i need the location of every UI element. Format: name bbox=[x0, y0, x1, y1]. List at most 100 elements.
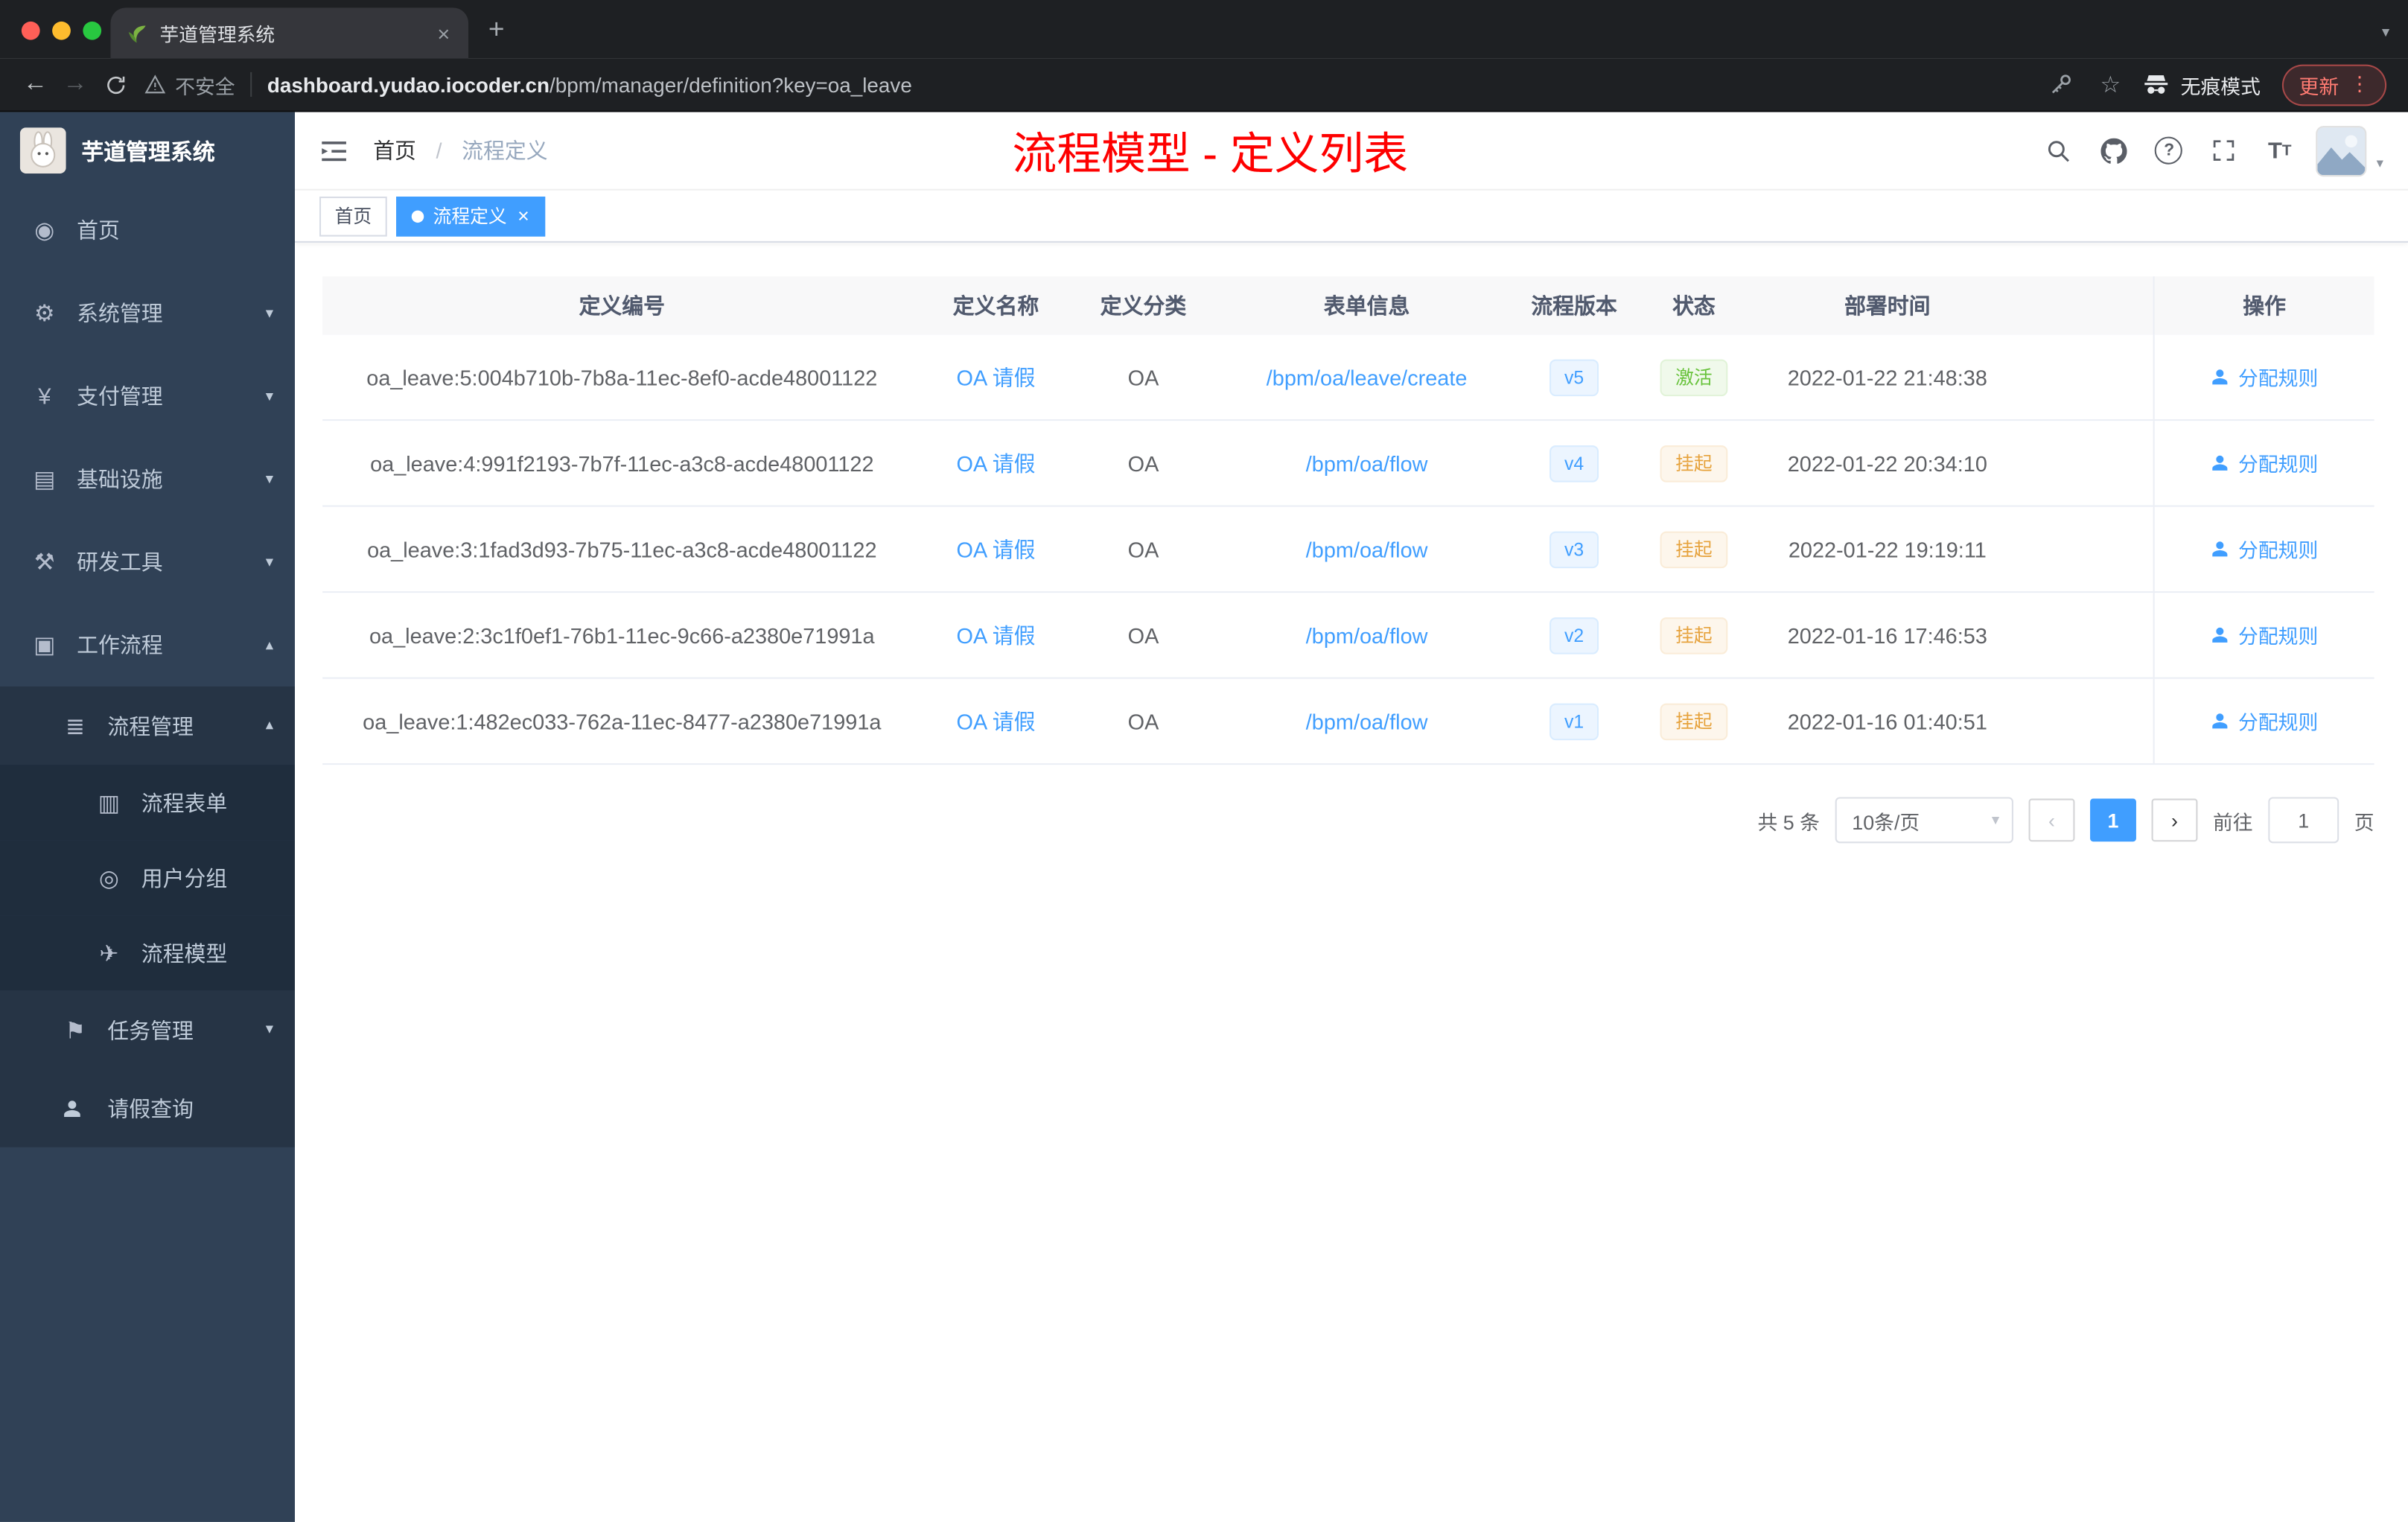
chevron-down-icon: ▾ bbox=[1991, 812, 2000, 829]
definition-name-link[interactable]: OA 请假 bbox=[957, 448, 1036, 478]
next-page-button[interactable]: › bbox=[2151, 798, 2198, 842]
sidebar-item-process-form[interactable]: ▥ 流程表单 bbox=[0, 765, 295, 841]
breadcrumb-home[interactable]: 首页 bbox=[373, 138, 416, 163]
deploy-time: 2022-01-22 19:19:11 bbox=[1788, 536, 1987, 561]
deploy-time: 2022-01-16 01:40:51 bbox=[1787, 708, 1987, 733]
gear-icon: ⚙ bbox=[34, 301, 55, 328]
page-content: 定义编号 定义名称 定义分类 表单信息 流程版本 状态 部署时间 操作 oa_l… bbox=[295, 243, 2408, 1522]
close-window-button[interactable] bbox=[21, 21, 40, 40]
sidebar-menu: ◉ 首页 ⚙ 系统管理 ▾ ¥ 支付管理 ▾ ▤ 基础设施 ▾ ⚒ 研发工具 ▾… bbox=[0, 189, 295, 1147]
fullscreen-icon[interactable] bbox=[2206, 132, 2243, 169]
process-management-icon: ≣ bbox=[66, 713, 86, 740]
status-tag: 激活 bbox=[1660, 358, 1728, 396]
column-header: 定义分类 bbox=[1100, 293, 1187, 318]
tab-close-icon[interactable]: × bbox=[434, 21, 453, 45]
deploy-time: 2022-01-22 20:34:10 bbox=[1787, 450, 1987, 476]
form-link[interactable]: /bpm/oa/flow bbox=[1306, 450, 1428, 475]
security-label: 不安全 bbox=[175, 74, 235, 98]
version-tag: v3 bbox=[1549, 530, 1599, 568]
back-button[interactable]: ← bbox=[16, 65, 56, 105]
tab-title: 芋道管理系统 bbox=[159, 25, 275, 46]
font-size-icon[interactable]: TT bbox=[2261, 132, 2299, 169]
definition-name-link[interactable]: OA 请假 bbox=[957, 362, 1036, 392]
forward-button[interactable]: → bbox=[55, 65, 95, 105]
assign-rule-link[interactable]: 分配规则 bbox=[2211, 620, 2318, 649]
definition-id: oa_leave:3:1fad3d93-7b75-11ec-a3c8-acde4… bbox=[367, 536, 877, 561]
definition-name-link[interactable]: OA 请假 bbox=[957, 534, 1036, 564]
column-spacer bbox=[2018, 679, 2153, 763]
sidebar: 芋道管理系统 ◉ 首页 ⚙ 系统管理 ▾ ¥ 支付管理 ▾ ▤ 基础设施 ▾ ⚒… bbox=[0, 112, 295, 1522]
assign-rule-link[interactable]: 分配规则 bbox=[2211, 363, 2318, 392]
infrastructure-icon: ▤ bbox=[34, 467, 56, 494]
url-path: /bpm/manager/definition?key=oa_leave bbox=[549, 72, 912, 96]
person-icon bbox=[2213, 713, 2229, 729]
column-spacer bbox=[2018, 421, 2153, 505]
assign-rule-link[interactable]: 分配规则 bbox=[2211, 448, 2318, 477]
goto-page-input[interactable] bbox=[2268, 797, 2339, 844]
page-size-value: 10条/页 bbox=[1852, 809, 1920, 833]
header-actions: ? TT ▾ bbox=[2040, 125, 2383, 176]
form-link[interactable]: /bpm/oa/flow bbox=[1306, 623, 1428, 647]
active-dot bbox=[411, 209, 424, 223]
version-tag: v1 bbox=[1549, 702, 1599, 740]
maximize-window-button[interactable] bbox=[83, 21, 102, 40]
search-icon[interactable] bbox=[2040, 132, 2077, 169]
sidebar-item-label: 首页 bbox=[77, 217, 120, 243]
sidebar-item-infrastructure[interactable]: ▤ 基础设施 ▾ bbox=[0, 438, 295, 520]
tag-label: 流程定义 bbox=[433, 206, 507, 228]
address-bar[interactable]: dashboard.yudao.iocoder.cn/bpm/manager/d… bbox=[267, 73, 912, 96]
update-menu-button[interactable]: 更新 ⋮ bbox=[2281, 63, 2387, 106]
column-header: 操作 bbox=[2153, 276, 2374, 335]
sidebar-item-workflow[interactable]: ▣ 工作流程 ▴ bbox=[0, 604, 295, 687]
sidebar-item-label: 任务管理 bbox=[107, 1017, 194, 1042]
definition-name-link[interactable]: OA 请假 bbox=[957, 620, 1036, 650]
definition-name-link[interactable]: OA 请假 bbox=[957, 706, 1036, 736]
new-tab-button[interactable]: + bbox=[488, 14, 505, 45]
sidebar-item-process-model[interactable]: ✈ 流程模型 bbox=[0, 915, 295, 991]
definition-category: OA bbox=[1127, 708, 1159, 733]
version-tag: v2 bbox=[1549, 617, 1599, 654]
app-header: 首页 / 流程定义 流程模型 - 定义列表 ? T T ▾ bbox=[295, 112, 2408, 191]
column-header: 部署时间 bbox=[1844, 293, 1931, 318]
page-number-button[interactable]: 1 bbox=[2089, 798, 2136, 842]
prev-page-button[interactable]: ‹ bbox=[2028, 798, 2075, 842]
github-icon[interactable] bbox=[2095, 132, 2133, 169]
pagination-total: 共 5 条 bbox=[1757, 809, 1820, 833]
form-link[interactable]: /bpm/oa/flow bbox=[1306, 709, 1428, 733]
sidebar-item-payment-management[interactable]: ¥ 支付管理 ▾ bbox=[0, 354, 295, 437]
tag-home[interactable]: 首页 bbox=[319, 195, 387, 236]
minimize-window-button[interactable] bbox=[52, 21, 71, 40]
assign-rule-link[interactable]: 分配规则 bbox=[2211, 707, 2318, 736]
sidebar-item-leave-query[interactable]: 请假查询 bbox=[0, 1069, 295, 1147]
breadcrumb: 首页 / 流程定义 bbox=[373, 136, 547, 166]
column-spacer bbox=[2018, 335, 2153, 419]
avatar[interactable] bbox=[2316, 125, 2368, 176]
password-key-icon[interactable] bbox=[2042, 66, 2079, 104]
sidebar-item-home[interactable]: ◉ 首页 bbox=[0, 189, 295, 272]
task-icon: ⚑ bbox=[65, 1017, 86, 1044]
site-security[interactable]: 不安全 bbox=[144, 70, 235, 99]
sidebar-item-process-management[interactable]: ≣ 流程管理 ▴ bbox=[0, 686, 295, 765]
browser-tab[interactable]: 芋道管理系统 × bbox=[110, 7, 469, 59]
sidebar-item-task-management[interactable]: ⚑ 任务管理 ▾ bbox=[0, 990, 295, 1069]
help-icon[interactable]: ? bbox=[2150, 132, 2188, 169]
app-logo[interactable]: 芋道管理系统 bbox=[0, 112, 295, 189]
form-link[interactable]: /bpm/oa/leave/create bbox=[1267, 365, 1468, 389]
page-size-select[interactable]: 10条/页 ▾ bbox=[1835, 797, 2013, 844]
sidebar-item-dev-tools[interactable]: ⚒ 研发工具 ▾ bbox=[0, 520, 295, 603]
close-icon[interactable]: × bbox=[517, 206, 529, 226]
column-header: 流程版本 bbox=[1531, 293, 1617, 318]
tag-process-definition[interactable]: 流程定义 × bbox=[396, 195, 545, 236]
version-tag: v4 bbox=[1549, 445, 1599, 482]
sidebar-item-user-group[interactable]: ◎ 用户分组 bbox=[0, 840, 295, 916]
sidebar-toggle-icon[interactable] bbox=[319, 136, 348, 165]
bookmark-star-icon[interactable]: ☆ bbox=[2100, 71, 2121, 98]
form-link[interactable]: /bpm/oa/flow bbox=[1306, 537, 1428, 561]
reload-button[interactable] bbox=[95, 65, 136, 105]
status-tag: 挂起 bbox=[1660, 445, 1728, 482]
assign-rule-link[interactable]: 分配规则 bbox=[2211, 535, 2318, 564]
tab-search-chevron-icon[interactable]: ▾ bbox=[2382, 25, 2389, 42]
avatar-caret-icon[interactable]: ▾ bbox=[2377, 154, 2383, 171]
incognito-badge: 无痕模式 bbox=[2142, 70, 2261, 99]
sidebar-item-system-management[interactable]: ⚙ 系统管理 ▾ bbox=[0, 272, 295, 354]
